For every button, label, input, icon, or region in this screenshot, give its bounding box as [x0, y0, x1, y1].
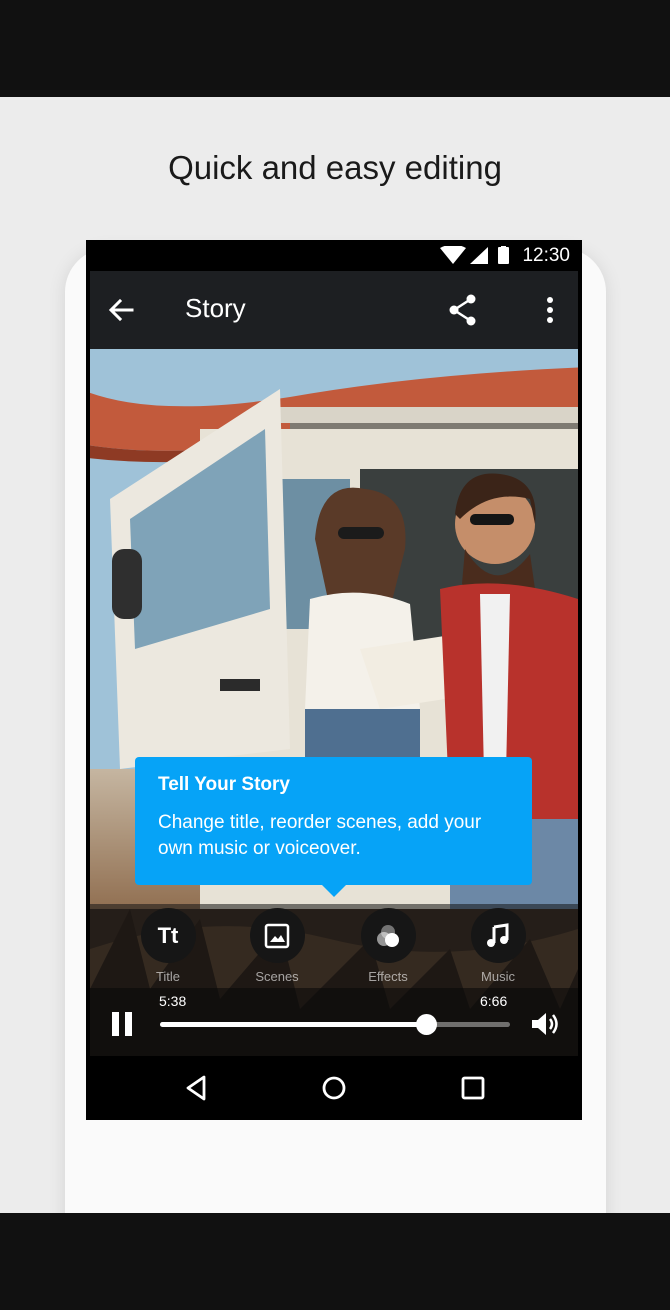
tool-scenes-label: Scenes: [255, 969, 299, 984]
pause-icon[interactable]: [110, 1010, 136, 1038]
system-nav-bar: [86, 1056, 582, 1120]
wifi-icon: [440, 246, 466, 264]
phone-screen: 12:30 Story Tt Title Scenes Effects Musi…: [86, 240, 582, 1120]
app-bar: Story: [90, 271, 578, 349]
arrow-back-icon[interactable]: [102, 290, 142, 330]
page-title: Story: [185, 293, 246, 323]
tooltip-body: Change title, reorder scenes, add your o…: [158, 812, 482, 859]
tool-title[interactable]: Tt Title: [128, 908, 208, 984]
playback-controls: 5:38 6:66: [90, 988, 578, 1056]
tool-scenes[interactable]: Scenes: [237, 908, 317, 984]
status-icons: [440, 246, 509, 264]
status-time: 12:30: [522, 245, 570, 266]
bottom-frame-bar: [0, 1213, 670, 1310]
nav-home-icon[interactable]: [318, 1072, 350, 1104]
image-icon: [249, 908, 305, 963]
cell-signal-icon: [470, 247, 488, 264]
tool-music-label: Music: [481, 969, 515, 984]
volume-icon[interactable]: [530, 1010, 562, 1038]
seek-bar-thumb[interactable]: [416, 1014, 437, 1035]
tooltip-title: Tell Your Story: [158, 774, 290, 795]
seek-bar-progress: [160, 1022, 426, 1027]
top-frame-bar: [0, 0, 670, 97]
nav-recents-icon[interactable]: [457, 1072, 489, 1104]
total-time: 6:66: [480, 993, 508, 1009]
current-time: 5:38: [159, 993, 187, 1009]
tooltip-arrow: [321, 884, 347, 897]
share-icon[interactable]: [443, 290, 483, 330]
effects-icon: [360, 908, 416, 963]
text-title-icon: Tt: [140, 908, 196, 963]
status-bar: 12:30: [86, 240, 582, 271]
tool-effects-label: Effects: [368, 969, 408, 984]
title-glyph: Tt: [157, 922, 179, 948]
more-vert-icon[interactable]: [530, 290, 570, 330]
editing-toolbar: Tt Title Scenes Effects Music: [90, 904, 578, 988]
tooltip-tell-your-story[interactable]: Tell Your Story Change title, reorder sc…: [135, 757, 532, 897]
seek-bar[interactable]: [160, 1014, 510, 1035]
tool-music[interactable]: Music: [458, 908, 538, 984]
music-note-icon: [470, 908, 526, 963]
tool-effects[interactable]: Effects: [348, 908, 428, 984]
tool-title-label: Title: [155, 969, 181, 984]
battery-icon: [498, 247, 509, 264]
nav-back-icon[interactable]: [180, 1072, 212, 1104]
promo-headline: Quick and easy editing: [168, 149, 502, 186]
